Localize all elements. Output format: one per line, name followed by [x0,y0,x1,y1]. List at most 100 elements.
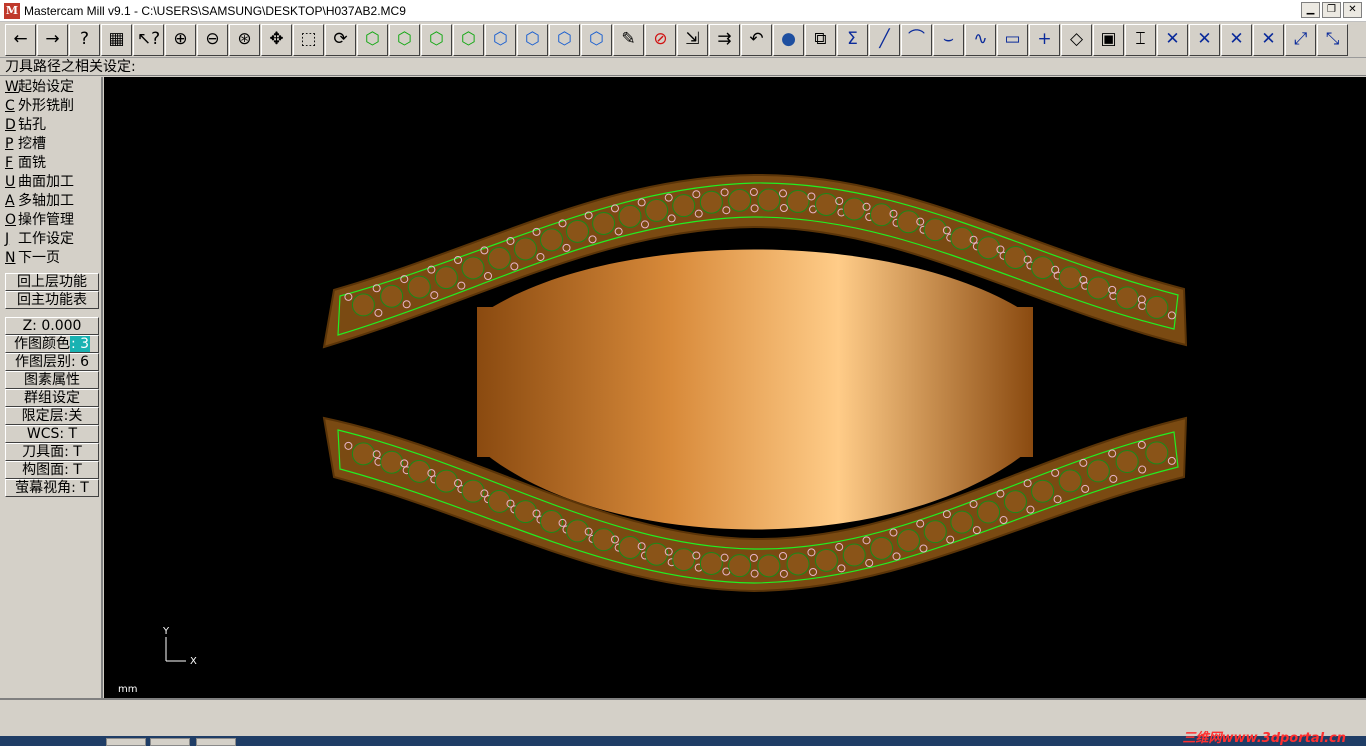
group-button[interactable]: 群组设定 [5,389,99,407]
undo-button[interactable]: ↶ [741,23,772,56]
pocket-circle [1003,246,1027,270]
extend-button[interactable]: ⤢ [1285,23,1316,56]
view-side-cube-button[interactable]: ⬡ [421,23,452,56]
view-cube-blue-2-button[interactable]: ⬡ [517,23,548,56]
pocket-circle [923,520,947,544]
pencil-icon: ✎ [621,29,636,49]
taskbar-item[interactable] [150,738,190,746]
help-button[interactable]: ? [69,23,100,56]
move-button[interactable]: ⇲ [677,23,708,56]
menu-item-label: 起始设定 [18,79,74,95]
wcs-button[interactable]: WCS: T [5,425,99,443]
trim-2-button[interactable]: ✕ [1189,23,1220,56]
pocket-circle [1086,276,1110,300]
menu-item-label: 工作设定 [18,231,74,247]
graphics-view-button[interactable]: 萤幕视角: T [5,479,99,497]
close-button[interactable]: ✕ [1343,2,1362,18]
pocket-circle [923,218,947,242]
dynamic-rotate-button[interactable]: ⟳ [325,23,356,56]
title-bar[interactable]: M Mastercam Mill v9.1 - C:\USERS\SAMSUNG… [0,0,1366,22]
color-label: 作图颜色 [13,336,70,352]
copy-button[interactable]: ⇉ [709,23,740,56]
zoom-window-button[interactable]: ⊕ [165,23,196,56]
pocket-circle [1003,490,1027,514]
arc-button[interactable]: ⌒ [901,23,932,56]
view-cube-blue-3-button[interactable]: ⬡ [549,23,580,56]
menu-item-a[interactable]: A 多轴加工 [5,192,101,211]
sum-button[interactable]: Σ [837,23,868,56]
pocket-circle [977,500,1001,524]
pocket-circle [870,536,894,560]
main-menu-button[interactable]: 回主功能表 [5,291,99,309]
view-top-cube-icon: ⬡ [365,29,380,49]
toolpath-button[interactable]: ⌶ [1125,23,1156,56]
back-button[interactable]: ← [5,23,36,56]
pocket-circle [699,552,723,576]
surface-button[interactable]: ◇ [1061,23,1092,56]
minimize-button[interactable]: ▁ [1301,2,1320,18]
menu-item-u[interactable]: U 曲面加工 [5,173,101,192]
analyze-button[interactable]: ↖? [133,23,164,56]
attributes-button[interactable]: 图素属性 [5,371,99,389]
view-top-cube-button[interactable]: ⬡ [357,23,388,56]
restore-button[interactable]: ❐ [1322,2,1341,18]
break-button[interactable]: ⤡ [1317,23,1348,56]
taskbar-item[interactable] [196,738,236,746]
line-button[interactable]: ╱ [869,23,900,56]
view-cube-blue-1-button[interactable]: ⬡ [485,23,516,56]
menu-item-w[interactable]: W起始设定 [5,78,101,97]
trim-4-button[interactable]: ✕ [1253,23,1284,56]
pencil-button[interactable]: ✎ [613,23,644,56]
z-depth-button[interactable]: Z: 0.000 [5,317,99,335]
trim-3-button[interactable]: ✕ [1221,23,1252,56]
view-iso-cube-button[interactable]: ⬡ [453,23,484,56]
rectangle-button[interactable]: ▭ [997,23,1028,56]
point-button[interactable]: + [1029,23,1060,56]
construction-plane-button[interactable]: 构图面: T [5,461,99,479]
level-button[interactable]: 作图层别: 6 [5,353,99,371]
menu-hotkey: A [5,193,15,209]
no-delete-icon: ⊘ [653,29,668,49]
calculator-button[interactable]: ▦ [101,23,132,56]
zoom-fit-button[interactable]: ⊛ [229,23,260,56]
trim-1-button[interactable]: ✕ [1157,23,1188,56]
taskbar-item[interactable] [106,738,146,746]
units-label: mm [118,684,137,695]
menu-item-n[interactable]: N 下一页 [5,249,101,268]
menu-item-label: 操作管理 [18,212,74,228]
sphere-icon: ● [781,29,796,49]
transform-button[interactable]: ⧉ [805,23,836,56]
window-controls: ▁ ❐ ✕ [1301,2,1362,18]
menu-item-j[interactable]: J 工作设定 [5,230,101,249]
zoom-out-button[interactable]: ⊖ [197,23,228,56]
pocket-circle [434,469,458,493]
trim-3-icon: ✕ [1229,29,1244,49]
menu-hotkey: F [5,155,14,171]
menu-item-c[interactable]: C 外形铣削 [5,97,101,116]
pocket-circle [1086,459,1110,483]
pan-icon: ✥ [269,29,284,49]
menu-item-p[interactable]: P 挖槽 [5,135,101,154]
pocket-circle [1145,441,1169,465]
back-level-button[interactable]: 回上层功能 [5,273,99,291]
graphics-viewport[interactable]: Y X mm [104,77,1366,698]
menu-hotkey: O [5,212,17,228]
zoom-select-button[interactable]: ⬚ [293,23,324,56]
pocket-circle [896,210,920,234]
zoom-window-icon: ⊕ [173,29,188,49]
view-cube-blue-4-button[interactable]: ⬡ [581,23,612,56]
mask-button[interactable]: 限定层:关 [5,407,99,425]
menu-item-f[interactable]: F 面铣 [5,154,101,173]
tool-plane-button[interactable]: 刀具面: T [5,443,99,461]
solid-box-button[interactable]: ▣ [1093,23,1124,56]
view-front-cube-button[interactable]: ⬡ [389,23,420,56]
no-delete-button[interactable]: ⊘ [645,23,676,56]
sphere-button[interactable]: ● [773,23,804,56]
menu-item-d[interactable]: D 钻孔 [5,116,101,135]
color-button[interactable]: 作图颜色: 3 [5,335,99,353]
pan-button[interactable]: ✥ [261,23,292,56]
menu-item-o[interactable]: O 操作管理 [5,211,101,230]
forward-button[interactable]: → [37,23,68,56]
spline-button[interactable]: ∿ [965,23,996,56]
fillet-button[interactable]: ⌣ [933,23,964,56]
